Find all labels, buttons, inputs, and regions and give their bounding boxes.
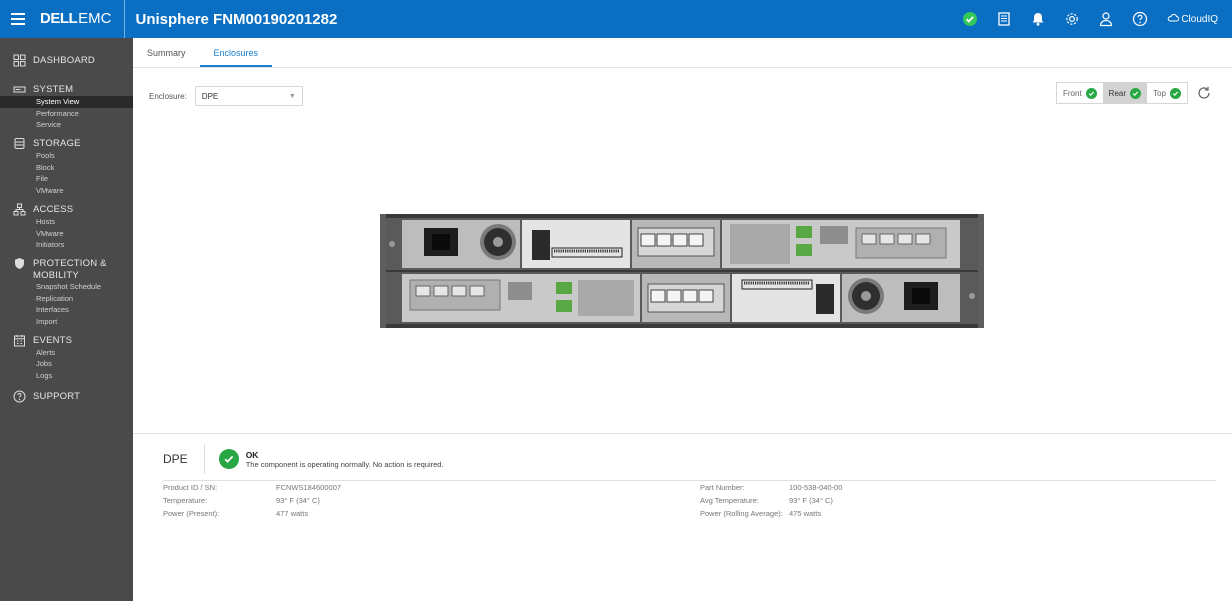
nav-mobility-label-row: MOBILITY [0,270,133,281]
nav-item-alerts[interactable]: Alerts [0,347,133,359]
menu-hamburger-icon[interactable] [0,0,36,38]
avg-temperature-key: Avg Temperature: [700,496,759,505]
top-bar: DELL EMC Unisphere FNM00190201282 CloudI… [0,0,1232,38]
help-icon[interactable] [1125,0,1155,38]
enclosure-selector-row: Enclosure: DPE ▼ [149,86,303,106]
cloudiq-link[interactable]: CloudIQ [1157,13,1232,25]
product-id-key: Product ID / SN: [163,483,218,492]
product-id-value: FCNWS184600007 [276,483,342,492]
nav-events[interactable]: EVENTS [0,334,133,347]
shield-icon [12,256,26,270]
enclosure-dropdown-value: DPE [201,91,219,101]
dashboard-grid-icon [12,53,26,67]
nav-system[interactable]: SYSTEM [0,83,133,96]
user-icon[interactable] [1091,0,1121,38]
calendar-icon [12,333,26,347]
enclosure-label: Enclosure: [149,91,187,101]
nav-support[interactable]: SUPPORT [0,390,133,403]
cloudiq-icon [1167,14,1179,25]
access-network-icon [12,202,26,216]
nav-protection-mobility[interactable]: PROTECTION & [0,257,133,270]
part-number-key: Part Number: [700,483,745,492]
view-rear-label: Rear [1108,88,1127,98]
view-top-label: Top [1153,88,1166,98]
jobs-icon[interactable] [989,0,1019,38]
nav-item-hosts[interactable]: Hosts [0,216,133,228]
nav-protection-label: PROTECTION & [33,257,107,269]
nav-item-import[interactable]: Import [0,316,133,328]
status-text: OK [245,449,259,460]
details-title: DPE [163,444,205,474]
tab-enclosures[interactable]: Enclosures [199,48,273,67]
nav-item-file[interactable]: File [0,173,133,185]
dellemc-logo: DELL EMC [36,0,125,38]
help-circle-icon [12,389,26,403]
ok-check-icon [1169,87,1181,99]
divider [163,480,1216,481]
ok-check-icon [1085,87,1097,99]
nav-storage-label: STORAGE [33,138,81,150]
nav-dashboard-label: DASHBOARD [33,54,95,66]
nav-storage[interactable]: STORAGE [0,137,133,150]
power-rolling-value: 475 watts [789,509,822,518]
avg-temperature-value: 93° F (34° C) [789,496,833,505]
nav-mobility-label: MOBILITY [33,269,79,281]
status-message: The component is operating normally. No … [245,459,444,469]
ok-check-icon [1130,87,1142,99]
part-number-value: 100-538-040-00 [789,483,843,492]
nav-item-vmware-storage[interactable]: VMware [0,185,133,197]
app-title: Unisphere FNM00190201282 [135,10,338,28]
nav-item-vmware-access[interactable]: VMware [0,228,133,240]
nav-support-label: SUPPORT [33,390,81,402]
nav-system-label: SYSTEM [33,84,74,95]
view-top-button[interactable]: Top [1147,83,1187,103]
settings-gear-icon[interactable] [1057,0,1087,38]
nav-item-initiators[interactable]: Initiators [0,239,133,251]
power-present-key: Power (Present): [163,509,220,518]
storage-icon [12,137,26,151]
power-present-value: 477 watts [276,509,309,518]
logo-emc-text: EMC [78,10,112,27]
logo-dell-text: DELL [40,10,78,27]
nav-item-block[interactable]: Block [0,162,133,174]
cloudiq-label: CloudIQ [1181,14,1218,25]
view-front-button[interactable]: Front [1057,83,1103,103]
dpe-rear-view-image[interactable] [380,214,984,328]
chevron-down-icon: ▼ [288,92,296,100]
nav-access-label: ACCESS [33,203,74,215]
tab-summary[interactable]: Summary [133,48,200,67]
view-rear-button[interactable]: Rear [1102,83,1148,103]
refresh-icon[interactable] [1196,85,1212,101]
nav-item-service[interactable]: Service [0,119,133,131]
tab-bar: Summary Enclosures [133,38,1232,68]
ok-check-icon [218,449,239,469]
temperature-value: 93° F (34° C) [276,496,320,505]
view-toggle-group: Front Rear Top [1056,82,1188,104]
nav-item-interfaces[interactable]: Interfaces [0,304,133,316]
power-rolling-key: Power (Rolling Average): [700,509,783,518]
nav-item-snapshot-schedule[interactable]: Snapshot Schedule [0,281,133,293]
ok-status-icon[interactable] [955,0,985,38]
view-front-label: Front [1063,88,1082,98]
nav-access[interactable]: ACCESS [0,203,133,216]
nav-item-pools[interactable]: Pools [0,150,133,162]
details-panel: DPE OK The component is operating normal… [133,433,1232,601]
sidebar: DASHBOARD SYSTEM System View Performance… [0,38,133,601]
nav-item-logs[interactable]: Logs [0,370,133,382]
enclosure-dropdown[interactable]: DPE ▼ [194,86,303,106]
nav-item-system-view[interactable]: System View [0,96,133,108]
nav-dashboard[interactable]: DASHBOARD [0,49,133,71]
status-summary: OK The component is operating normally. … [205,449,444,469]
nav-item-performance[interactable]: Performance [0,108,133,120]
system-icon [12,83,26,97]
nav-events-label: EVENTS [33,334,73,346]
alerts-bell-icon[interactable] [1023,0,1053,38]
nav-item-jobs[interactable]: Jobs [0,358,133,370]
nav-item-replication[interactable]: Replication [0,293,133,305]
temperature-key: Temperature: [163,496,208,505]
